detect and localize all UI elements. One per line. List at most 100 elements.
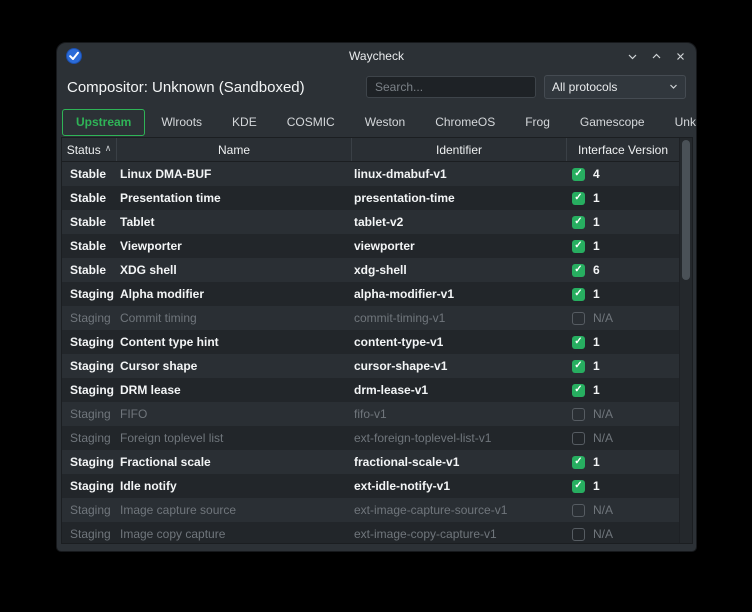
tab-label: Gamescope	[579, 115, 645, 129]
status-cell: Stable	[70, 167, 107, 181]
tab-wlroots[interactable]: Wlroots	[147, 109, 216, 136]
status-cell: Staging	[70, 527, 111, 541]
name-cell: Alpha modifier	[120, 287, 205, 301]
table-row[interactable]: Staging Foreign toplevel list ext-foreig…	[62, 426, 679, 450]
table-row[interactable]: Stable Tablet tablet-v2 1	[62, 210, 679, 234]
table-row[interactable]: Stable Linux DMA-BUF linux-dmabuf-v1 4	[62, 162, 679, 186]
name-cell: Commit timing	[120, 311, 197, 325]
search-input[interactable]	[366, 76, 536, 98]
version-cell: 1	[566, 455, 679, 469]
version-cell: N/A	[566, 311, 679, 325]
tab-upstream[interactable]: Upstream	[62, 109, 146, 136]
version-cell: 1	[566, 383, 679, 397]
status-cell: Stable	[70, 191, 107, 205]
tab-label: Weston	[364, 115, 406, 129]
compositor-label: Compositor: Unknown (Sandboxed)	[67, 78, 305, 96]
identifier-cell: ext-image-capture-source-v1	[354, 503, 508, 517]
version-cell: 1	[566, 335, 679, 349]
protocol-filter-value: All protocols	[552, 80, 618, 94]
version-cell: N/A	[566, 503, 679, 517]
column-header-name[interactable]: Name	[116, 138, 351, 161]
tab-chromeos[interactable]: ChromeOS	[421, 109, 509, 136]
tab-bar: Upstream Wlroots KDE COSMIC Weston Chrom…	[57, 105, 696, 136]
table-row[interactable]: Stable Presentation time presentation-ti…	[62, 186, 679, 210]
tab-frog[interactable]: Frog	[511, 109, 564, 136]
status-cell: Stable	[70, 263, 107, 277]
checkbox-checked-icon	[572, 215, 585, 229]
maximize-button[interactable]	[649, 49, 663, 63]
table-row[interactable]: Staging Cursor shape cursor-shape-v1 1	[62, 354, 679, 378]
table-row[interactable]: Staging Commit timing commit-timing-v1 N…	[62, 306, 679, 330]
version-label: 6	[593, 263, 600, 277]
table-header: Status ∧ Name Identifier Interface Versi…	[62, 138, 679, 162]
identifier-cell: xdg-shell	[354, 263, 407, 277]
tab-kde[interactable]: KDE	[218, 109, 271, 136]
name-cell: Fractional scale	[120, 455, 211, 469]
table-row[interactable]: Staging Idle notify ext-idle-notify-v1 1	[62, 474, 679, 498]
table-row[interactable]: Staging Image copy capture ext-image-cop…	[62, 522, 679, 543]
checkbox-checked-icon	[572, 359, 585, 373]
tab-unknown[interactable]: Unknown	[661, 109, 696, 136]
version-cell: 6	[566, 263, 679, 277]
version-label: 1	[593, 359, 600, 373]
version-cell: 1	[566, 359, 679, 373]
status-cell: Staging	[70, 503, 111, 517]
scrollbar-thumb[interactable]	[682, 140, 690, 280]
version-label: N/A	[593, 431, 614, 445]
vertical-scrollbar[interactable]	[679, 138, 692, 543]
status-cell: Staging	[70, 479, 114, 493]
tab-label: Wlroots	[161, 115, 203, 129]
table-row[interactable]: Staging DRM lease drm-lease-v1 1	[62, 378, 679, 402]
table-row[interactable]: Staging Alpha modifier alpha-modifier-v1…	[62, 282, 679, 306]
column-header-status[interactable]: Status ∧	[62, 138, 116, 161]
version-label: 1	[593, 335, 600, 349]
version-label: 1	[593, 383, 600, 397]
titlebar[interactable]: Waycheck	[57, 43, 696, 69]
sort-ascending-icon: ∧	[104, 143, 112, 153]
version-label: 1	[593, 239, 600, 253]
identifier-cell: viewporter	[354, 239, 415, 253]
tab-gamescope[interactable]: Gamescope	[566, 109, 659, 136]
identifier-cell: ext-image-copy-capture-v1	[354, 527, 497, 541]
table-row[interactable]: Stable XDG shell xdg-shell 6	[62, 258, 679, 282]
version-label: 1	[593, 215, 600, 229]
identifier-cell: ext-foreign-toplevel-list-v1	[354, 431, 492, 445]
minimize-button[interactable]	[625, 49, 639, 63]
table-row[interactable]: Staging FIFO fifo-v1 N/A	[62, 402, 679, 426]
checkbox-checked-icon	[572, 191, 585, 205]
table-row[interactable]: Staging Content type hint content-type-v…	[62, 330, 679, 354]
identifier-cell: tablet-v2	[354, 215, 404, 229]
tab-label: Unknown	[674, 115, 696, 129]
tab-cosmic[interactable]: COSMIC	[273, 109, 349, 136]
column-status-label: Status	[66, 142, 101, 157]
version-label: N/A	[593, 503, 614, 517]
name-cell: DRM lease	[120, 383, 181, 397]
column-header-identifier[interactable]: Identifier	[351, 138, 566, 161]
identifier-cell: presentation-time	[354, 191, 455, 205]
column-header-version[interactable]: Interface Version	[566, 138, 679, 161]
version-cell: 1	[566, 479, 679, 493]
identifier-cell: content-type-v1	[354, 335, 444, 349]
protocol-table: Status ∧ Name Identifier Interface Versi…	[61, 137, 693, 544]
table-row[interactable]: Staging Fractional scale fractional-scal…	[62, 450, 679, 474]
tab-weston[interactable]: Weston	[351, 109, 419, 136]
protocol-filter-dropdown[interactable]: All protocols	[544, 75, 686, 99]
table-row[interactable]: Staging Image capture source ext-image-c…	[62, 498, 679, 522]
status-cell: Staging	[70, 359, 114, 373]
version-cell: N/A	[566, 431, 679, 445]
version-cell: 4	[566, 167, 679, 181]
name-cell: Idle notify	[120, 479, 177, 493]
status-cell: Stable	[70, 239, 107, 253]
close-button[interactable]	[673, 49, 687, 63]
table-main: Status ∧ Name Identifier Interface Versi…	[62, 138, 679, 543]
name-cell: FIFO	[120, 407, 148, 421]
name-cell: Image copy capture	[120, 527, 226, 541]
name-cell: Presentation time	[120, 191, 221, 205]
tab-label: Upstream	[76, 115, 132, 129]
table-row[interactable]: Stable Viewporter viewporter 1	[62, 234, 679, 258]
waycheck-app-icon	[66, 48, 82, 64]
identifier-cell: cursor-shape-v1	[354, 359, 448, 373]
identifier-cell: fractional-scale-v1	[354, 455, 460, 469]
version-label: 1	[593, 287, 600, 301]
version-cell: 1	[566, 191, 679, 205]
